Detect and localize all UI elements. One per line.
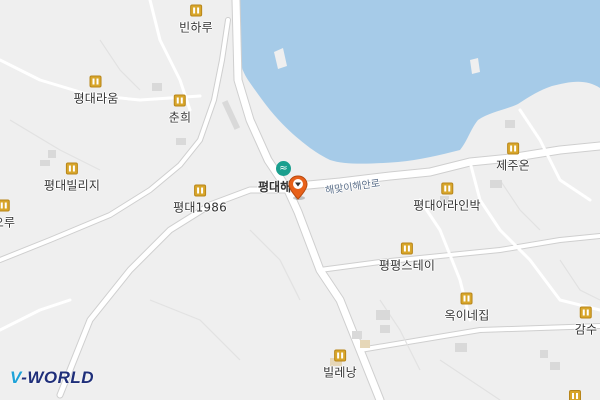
accommodation-icon <box>173 94 186 107</box>
poi-okinejip[interactable]: 옥이네집 <box>445 292 490 324</box>
poi-partial-bottom[interactable] <box>569 390 581 400</box>
beach-icon[interactable]: ≈ <box>276 161 291 176</box>
poi-chunhui[interactable]: 춘희 <box>169 94 191 126</box>
accommodation-icon <box>579 306 592 319</box>
poi-billenang[interactable]: 빌레낭 <box>323 349 357 381</box>
map-view[interactable]: 빈하루 평대라움 춘희 평대빌리지 평대1986 오루 제주온 평대아라인박 평… <box>0 0 600 400</box>
accommodation-icon <box>440 182 453 195</box>
accommodation-icon <box>65 162 78 175</box>
poi-pyeongdae-villige[interactable]: 평대빌리지 <box>44 162 100 194</box>
accommodation-icon <box>333 349 346 362</box>
poi-pyeongdae-arainbak[interactable]: 평대아라인박 <box>413 182 481 214</box>
poi-jejuon[interactable]: 제주온 <box>496 142 530 174</box>
accommodation-icon <box>400 242 413 255</box>
sea-area <box>236 0 600 164</box>
accommodation-icon <box>90 75 102 88</box>
accommodation-icon <box>506 142 519 155</box>
accommodation-icon <box>0 199 10 212</box>
poi-binharu[interactable]: 빈하루 <box>179 4 213 36</box>
accommodation-icon <box>193 184 206 197</box>
vworld-logo: V-WORLD <box>10 368 95 387</box>
beach-label: 평대해 <box>258 180 292 194</box>
poi-pyeongdae-raum[interactable]: 평대라움 <box>74 75 119 107</box>
accommodation-icon <box>569 390 581 400</box>
poi-oru[interactable]: 오루 <box>0 199 15 231</box>
accommodation-icon <box>461 292 473 305</box>
poi-gamsu[interactable]: 감수 <box>575 306 597 338</box>
accommodation-icon <box>189 4 202 17</box>
location-pin-icon[interactable] <box>288 175 308 201</box>
poi-pyeongdae-1986[interactable]: 평대1986 <box>173 184 227 216</box>
poi-pyeongpyeong-stay[interactable]: 평평스테이 <box>379 242 435 274</box>
